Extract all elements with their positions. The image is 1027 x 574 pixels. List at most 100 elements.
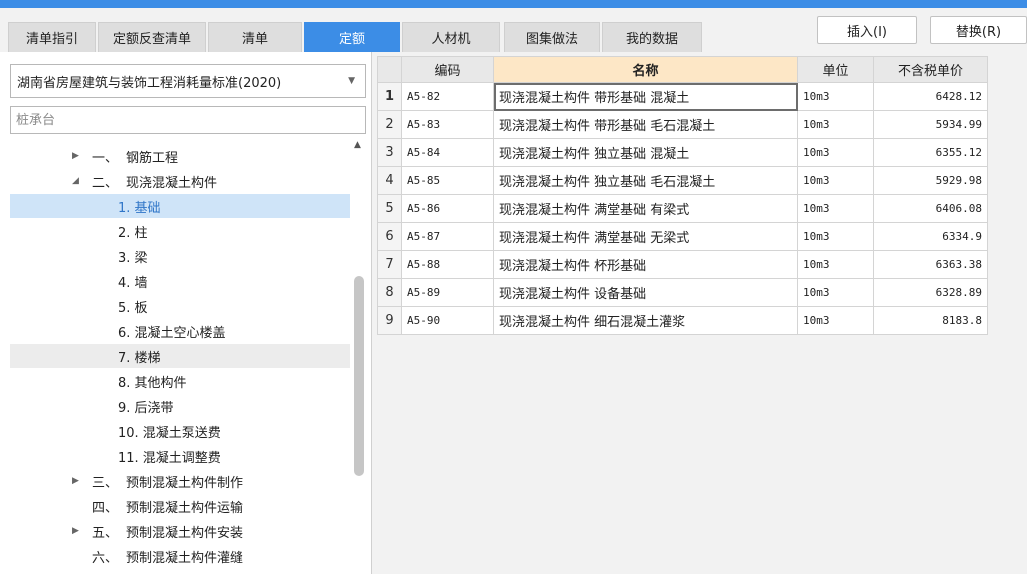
tree-item-other-members[interactable]: 8. 其他构件 [10, 369, 350, 393]
tree-item-adjustment-fee[interactable]: 11. 混凝土调整费 [10, 444, 350, 468]
tree-item-hollow-floor[interactable]: 6. 混凝土空心楼盖 [10, 319, 350, 343]
tree-item-label: 7. 楼梯 [118, 350, 161, 366]
insert-button[interactable]: 插入(I) [817, 16, 917, 44]
tree-item-label: 9. 后浇带 [118, 400, 174, 416]
replace-button[interactable]: 替换(R) [930, 16, 1027, 44]
cell-price[interactable]: 5934.99 [873, 110, 988, 139]
cell-unit[interactable]: 10m3 [797, 166, 874, 195]
table-row[interactable]: 8 A5-89 现浇混凝土构件 设备基础 10m3 6328.89 [377, 278, 988, 307]
standard-select[interactable]: 湖南省房屋建筑与装饰工程消耗量标准(2020) ▼ [10, 64, 366, 98]
cell-code[interactable]: A5-87 [401, 222, 494, 251]
tree-item-post-cast-strip[interactable]: 9. 后浇带 [10, 394, 350, 418]
tree-item-rebar[interactable]: ▶ 一、 钢筋工程 [10, 144, 350, 168]
cell-code[interactable]: A5-88 [401, 250, 494, 279]
chevron-right-icon[interactable]: ▶ [72, 526, 79, 536]
cell-code[interactable]: A5-83 [401, 110, 494, 139]
tree-item-label: 现浇混凝土构件 [126, 175, 218, 191]
tree-item-label: 预制混凝土构件灌缝 [126, 550, 244, 566]
cell-name[interactable]: 现浇混凝土构件 独立基础 混凝土 [493, 138, 798, 167]
cell-unit[interactable]: 10m3 [797, 306, 874, 335]
table-row[interactable]: 5 A5-86 现浇混凝土构件 满堂基础 有梁式 10m3 6406.08 [377, 194, 988, 223]
tree-item-precast-install[interactable]: ▶ 五、 预制混凝土构件安装 [10, 519, 350, 543]
tree-item-column[interactable]: 2. 柱 [10, 219, 350, 243]
row-index: 1 [377, 82, 402, 111]
tree-item-label: 1. 基础 [118, 200, 161, 216]
tree-item-precast-making[interactable]: ▶ 三、 预制混凝土构件制作 [10, 469, 350, 493]
cell-name[interactable]: 现浇混凝土构件 带形基础 毛石混凝土 [493, 110, 798, 139]
tab-atlas-method[interactable]: 图集做法 [504, 22, 600, 52]
cell-price[interactable]: 6334.9 [873, 222, 988, 251]
cell-code[interactable]: A5-89 [401, 278, 494, 307]
header-unit[interactable]: 单位 [797, 56, 874, 83]
tab-quota-reverse-lookup[interactable]: 定额反查清单 [98, 22, 206, 52]
cell-price[interactable]: 6363.38 [873, 250, 988, 279]
tree-item-pumping-fee[interactable]: 10. 混凝土泵送费 [10, 419, 350, 443]
table-row[interactable]: 3 A5-84 现浇混凝土构件 独立基础 混凝土 10m3 6355.12 [377, 138, 988, 167]
table-row[interactable]: 9 A5-90 现浇混凝土构件 细石混凝土灌浆 10m3 8183.8 [377, 306, 988, 335]
cell-unit[interactable]: 10m3 [797, 222, 874, 251]
table-row[interactable]: 2 A5-83 现浇混凝土构件 带形基础 毛石混凝土 10m3 5934.99 [377, 110, 988, 139]
tree-item-cast-concrete[interactable]: ◢ 二、 现浇混凝土构件 [10, 169, 350, 193]
cell-price[interactable]: 6328.89 [873, 278, 988, 307]
tree-item-precast-grouting[interactable]: 六、 预制混凝土构件灌缝 [10, 544, 350, 568]
cell-price[interactable]: 8183.8 [873, 306, 988, 335]
cell-price[interactable]: 6406.08 [873, 194, 988, 223]
tree-item-foundation[interactable]: 1. 基础 [10, 194, 350, 218]
row-index: 6 [377, 222, 402, 251]
tree-item-number: 三、 [92, 475, 119, 491]
row-index: 8 [377, 278, 402, 307]
cell-code[interactable]: A5-85 [401, 166, 494, 195]
header-code[interactable]: 编码 [401, 56, 494, 83]
row-index: 2 [377, 110, 402, 139]
cell-price[interactable]: 6355.12 [873, 138, 988, 167]
row-index: 5 [377, 194, 402, 223]
tree-item-wall[interactable]: 4. 墙 [10, 269, 350, 293]
table-row[interactable]: 4 A5-85 现浇混凝土构件 独立基础 毛石混凝土 10m3 5929.98 [377, 166, 988, 195]
cell-name[interactable]: 现浇混凝土构件 细石混凝土灌浆 [493, 306, 798, 335]
tree-item-slab[interactable]: 5. 板 [10, 294, 350, 318]
header-name[interactable]: 名称 [493, 56, 798, 83]
scroll-up-icon[interactable]: ▲ [354, 140, 361, 150]
cell-name[interactable]: 现浇混凝土构件 满堂基础 有梁式 [493, 194, 798, 223]
cell-code[interactable]: A5-84 [401, 138, 494, 167]
header-price[interactable]: 不含税单价 [873, 56, 988, 83]
cell-code[interactable]: A5-82 [401, 82, 494, 111]
cell-code[interactable]: A5-86 [401, 194, 494, 223]
tree-item-label: 11. 混凝土调整费 [118, 450, 221, 466]
cell-name[interactable]: 现浇混凝土构件 带形基础 混凝土 [493, 82, 798, 111]
cell-unit[interactable]: 10m3 [797, 82, 874, 111]
chevron-down-icon[interactable]: ◢ [72, 176, 79, 186]
cell-unit[interactable]: 10m3 [797, 194, 874, 223]
tab-my-data[interactable]: 我的数据 [602, 22, 702, 52]
cell-price[interactable]: 6428.12 [873, 82, 988, 111]
tree-item-stairs[interactable]: 7. 楼梯 [10, 344, 350, 368]
tab-bill-guide[interactable]: 清单指引 [8, 22, 96, 52]
cell-name[interactable]: 现浇混凝土构件 设备基础 [493, 278, 798, 307]
search-input[interactable] [10, 106, 366, 134]
tab-quota[interactable]: 定额 [304, 22, 400, 52]
tree-item-precast-transport[interactable]: 四、 预制混凝土构件运输 [10, 494, 350, 518]
tab-labor-material-machine[interactable]: 人材机 [402, 22, 500, 52]
cell-unit[interactable]: 10m3 [797, 278, 874, 307]
cell-name[interactable]: 现浇混凝土构件 满堂基础 无梁式 [493, 222, 798, 251]
tree-item-label: 6. 混凝土空心楼盖 [118, 325, 226, 341]
cell-unit[interactable]: 10m3 [797, 138, 874, 167]
table-row[interactable]: 7 A5-88 现浇混凝土构件 杯形基础 10m3 6363.38 [377, 250, 988, 279]
chevron-down-icon: ▼ [348, 76, 355, 86]
cell-name[interactable]: 现浇混凝土构件 杯形基础 [493, 250, 798, 279]
tree-item-label: 预制混凝土构件安装 [126, 525, 244, 541]
cell-price[interactable]: 5929.98 [873, 166, 988, 195]
chevron-right-icon[interactable]: ▶ [72, 151, 79, 161]
cell-code[interactable]: A5-90 [401, 306, 494, 335]
tree-scrollbar[interactable]: ▲ [352, 140, 366, 574]
tab-bill[interactable]: 清单 [208, 22, 302, 52]
cell-unit[interactable]: 10m3 [797, 110, 874, 139]
row-index: 4 [377, 166, 402, 195]
chevron-right-icon[interactable]: ▶ [72, 476, 79, 486]
cell-unit[interactable]: 10m3 [797, 250, 874, 279]
cell-name[interactable]: 现浇混凝土构件 独立基础 毛石混凝土 [493, 166, 798, 195]
table-row[interactable]: 6 A5-87 现浇混凝土构件 满堂基础 无梁式 10m3 6334.9 [377, 222, 988, 251]
scrollbar-thumb[interactable] [354, 276, 364, 476]
tree-item-beam[interactable]: 3. 梁 [10, 244, 350, 268]
table-row[interactable]: 1 A5-82 现浇混凝土构件 带形基础 混凝土 10m3 6428.12 [377, 82, 988, 111]
